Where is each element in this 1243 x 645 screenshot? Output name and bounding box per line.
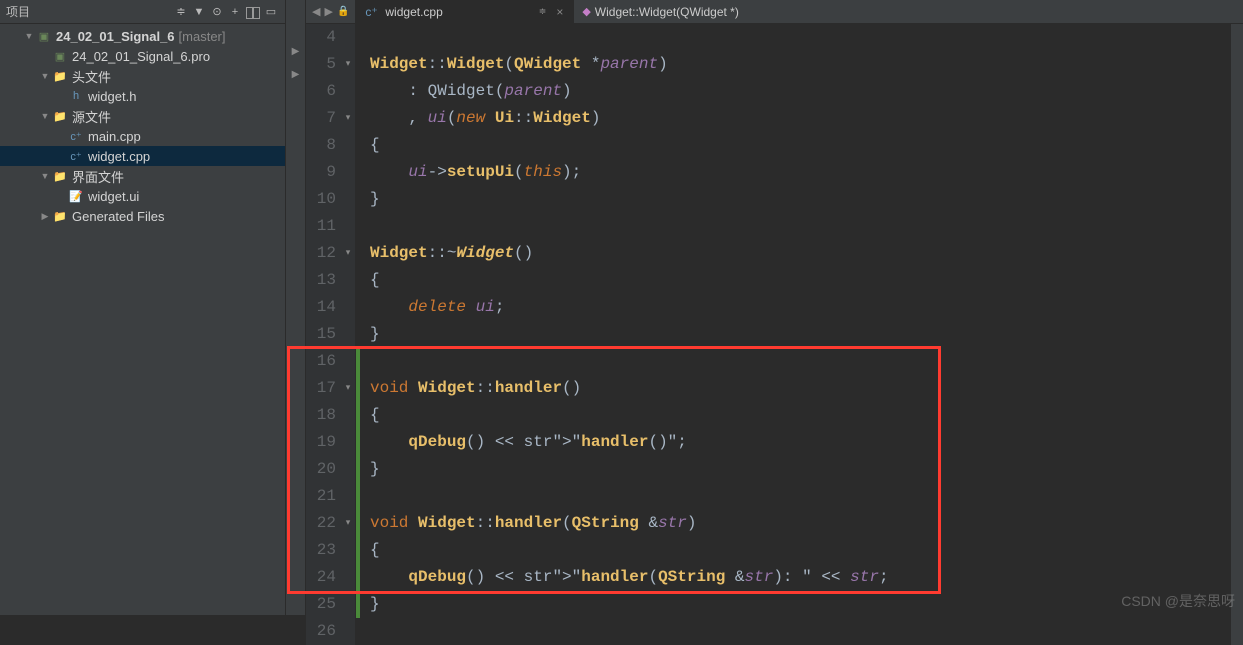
symbol-breadcrumb[interactable]: ◆ Widget::Widget(QWidget *) <box>574 5 747 19</box>
sync-icon[interactable]: ⊙ <box>209 4 225 20</box>
tree-project-root[interactable]: ▼ ▣ 24_02_01_Signal_6 [master] <box>0 26 285 46</box>
tab-nav: ◀ ▶ 🔒 <box>306 5 355 18</box>
code-body[interactable]: Widget::Widget(QWidget *parent) : QWidge… <box>360 24 1231 645</box>
chevron-down-icon: ▼ <box>38 109 52 123</box>
code-editor[interactable]: 4567891011121314151617181920212223242526… <box>306 24 1243 645</box>
project-sidebar: 项目 ≑ ▼ ⊙ + ▭ ▼ ▣ 24_02_01_Signal_6 [mast… <box>0 0 286 615</box>
fold-icon[interactable]: ▾ <box>343 59 353 69</box>
project-tree: ▼ ▣ 24_02_01_Signal_6 [master] ▣ 24_02_0… <box>0 24 285 615</box>
chevron-down-icon: ▼ <box>38 69 52 83</box>
cpp-file-icon: c⁺ <box>68 128 84 144</box>
chevron-down-icon: ▼ <box>38 169 52 183</box>
folder-icon: 📁 <box>52 68 68 84</box>
cpp-file-icon: c⁺ <box>68 148 84 164</box>
tree-file-widget-ui[interactable]: 📝 widget.ui <box>0 186 285 206</box>
chevron-right-icon: ▶ <box>38 209 52 223</box>
add-icon[interactable]: + <box>227 4 243 20</box>
project-branch: [master] <box>179 29 226 44</box>
chevron-right-icon[interactable]: ▶ <box>292 69 300 80</box>
project-icon: ▣ <box>36 28 52 44</box>
method-icon: ◆ <box>582 5 590 18</box>
tree-folder-sources[interactable]: ▼ 📁 源文件 <box>0 106 285 126</box>
sidebar-header: 项目 ≑ ▼ ⊙ + ▭ <box>0 0 285 24</box>
fold-icon[interactable]: ▾ <box>343 248 353 258</box>
fold-icon[interactable]: ▾ <box>343 113 353 123</box>
tree-pro-file[interactable]: ▣ 24_02_01_Signal_6.pro <box>0 46 285 66</box>
dropdown-icon[interactable]: ≑ <box>173 4 189 20</box>
fold-icon[interactable]: ▾ <box>343 383 353 393</box>
folder-icon: 📁 <box>52 108 68 124</box>
tab-dropdown-icon[interactable]: ≑ <box>539 6 547 17</box>
project-label: 24_02_01_Signal_6 <box>56 29 175 44</box>
filter-icon[interactable]: ▼ <box>191 4 207 20</box>
watermark: CSDN @是奈思呀 <box>1121 591 1235 611</box>
fold-icon[interactable]: ▾ <box>343 518 353 528</box>
ui-file-icon: 📝 <box>68 188 84 204</box>
sidebar-title: 项目 <box>6 3 173 20</box>
folder-icon: 📁 <box>52 168 68 184</box>
tool-window-bar: ▶ ▶ <box>286 0 306 615</box>
editor-area: ◀ ▶ 🔒 c⁺ widget.cpp ≑ × ◆ Widget::Widget… <box>306 0 1243 615</box>
tree-file-widget-cpp[interactable]: c⁺ widget.cpp <box>0 146 285 166</box>
split-v-icon[interactable] <box>245 4 261 20</box>
overview-ruler <box>1231 24 1243 645</box>
chevron-right-icon[interactable]: ▶ <box>292 46 300 57</box>
tree-file-main-cpp[interactable]: c⁺ main.cpp <box>0 126 285 146</box>
tree-file-widget-h[interactable]: h widget.h <box>0 86 285 106</box>
line-number-gutter: 4567891011121314151617181920212223242526 <box>306 24 342 645</box>
cpp-file-icon: c⁺ <box>365 5 379 19</box>
folder-icon: 📁 <box>52 208 68 224</box>
tab-label: widget.cpp <box>385 5 442 19</box>
tab-widget-cpp[interactable]: c⁺ widget.cpp ≑ × <box>355 0 574 24</box>
sidebar-tools: ≑ ▼ ⊙ + ▭ <box>173 4 279 20</box>
header-file-icon: h <box>68 88 84 104</box>
lock-icon[interactable]: 🔒 <box>337 6 349 17</box>
tree-folder-headers[interactable]: ▼ 📁 头文件 <box>0 66 285 86</box>
editor-tabbar: ◀ ▶ 🔒 c⁺ widget.cpp ≑ × ◆ Widget::Widget… <box>306 0 1243 24</box>
tree-folder-forms[interactable]: ▼ 📁 界面文件 <box>0 166 285 186</box>
nav-fwd-icon[interactable]: ▶ <box>324 5 332 18</box>
nav-back-icon[interactable]: ◀ <box>312 5 320 18</box>
pro-file-icon: ▣ <box>52 48 68 64</box>
tree-folder-generated[interactable]: ▶ 📁 Generated Files <box>0 206 285 226</box>
breadcrumb-label: Widget::Widget(QWidget *) <box>595 5 739 19</box>
close-icon[interactable]: × <box>556 5 563 19</box>
split-h-icon[interactable]: ▭ <box>263 4 279 20</box>
fold-strip: ▾ ▾ ▾ ▾ ▾ <box>342 24 356 645</box>
chevron-down-icon: ▼ <box>22 29 36 43</box>
